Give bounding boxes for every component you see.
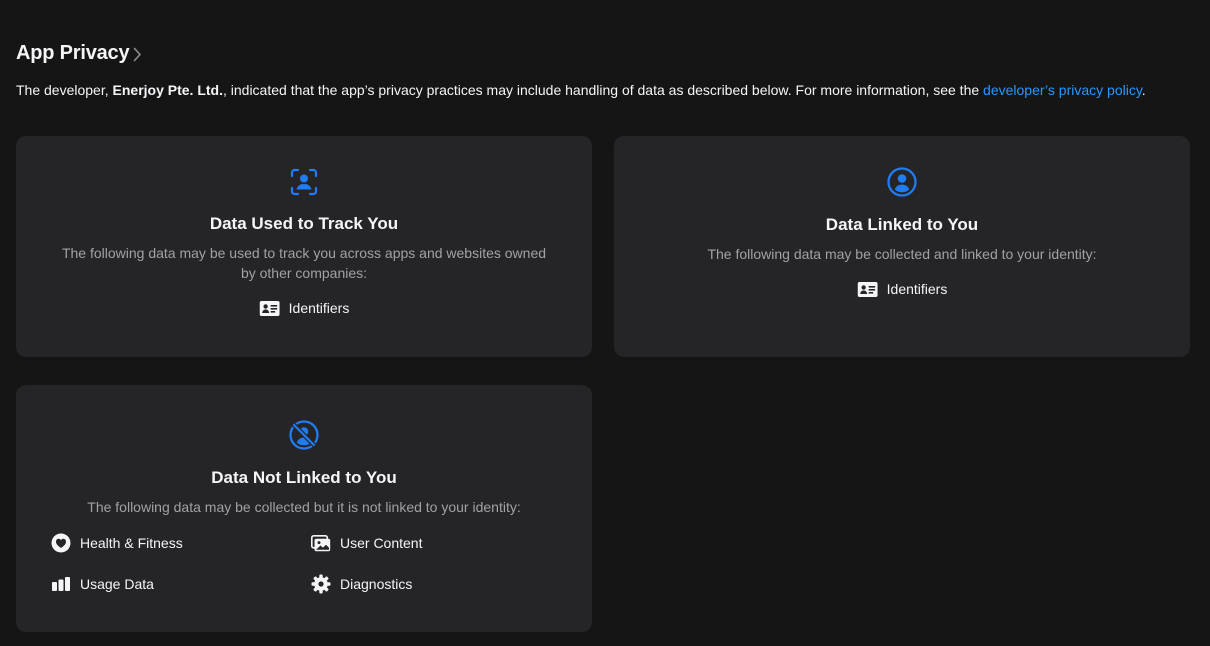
data-used-to-track-card: Data Used to Track You The following dat… <box>16 136 592 357</box>
id-card-icon <box>857 279 879 299</box>
privacy-intro: The developer, Enerjoy Pte. Ltd., indica… <box>16 82 1146 98</box>
person-circle-icon <box>886 166 918 198</box>
bar-chart-icon <box>50 574 72 594</box>
data-item-health-fitness: Health & Fitness <box>50 533 183 553</box>
data-item-label: Diagnostics <box>340 576 413 592</box>
data-item-diagnostics: Diagnostics <box>310 574 412 594</box>
data-item-label: Identifiers <box>886 281 948 297</box>
card-title: Data Linked to You <box>825 215 979 234</box>
app-privacy-page: App Privacy The developer, Enerjoy Pte. … <box>0 0 1210 646</box>
data-item-label: User Content <box>340 535 423 551</box>
data-item-label: Identifiers <box>288 300 350 316</box>
person-viewfinder-icon <box>288 166 320 198</box>
card-description: The following data may be used to track … <box>61 245 547 281</box>
data-item-identifiers: Identifiers <box>259 298 350 318</box>
data-item-user-content: User Content <box>310 533 422 553</box>
card-title: Data Not Linked to You <box>211 468 397 487</box>
person-slash-icon <box>288 419 320 451</box>
data-item-identifiers: Identifiers <box>857 279 948 299</box>
heart-icon <box>50 533 72 553</box>
app-privacy-header[interactable]: App Privacy <box>16 42 142 65</box>
developer-privacy-policy-link[interactable]: developer’s privacy policy <box>983 82 1142 98</box>
data-item-label: Usage Data <box>80 576 154 592</box>
card-description: The following data may be collected but … <box>87 499 521 515</box>
card-title: Data Used to Track You <box>209 214 399 233</box>
chevron-right-icon <box>133 47 142 62</box>
developer-name: Enerjoy Pte. Ltd. <box>112 82 223 98</box>
section-title: App Privacy <box>16 42 130 64</box>
data-item-label: Health & Fitness <box>80 535 183 551</box>
gear-icon <box>310 574 332 594</box>
id-card-icon <box>259 298 281 318</box>
data-linked-to-you-card: Data Linked to You The following data ma… <box>614 136 1190 357</box>
card-description: The following data may be collected and … <box>707 246 1097 262</box>
data-item-usage-data: Usage Data <box>50 574 154 594</box>
photos-icon <box>310 533 332 553</box>
data-not-linked-to-you-card: Data Not Linked to You The following dat… <box>16 385 592 632</box>
